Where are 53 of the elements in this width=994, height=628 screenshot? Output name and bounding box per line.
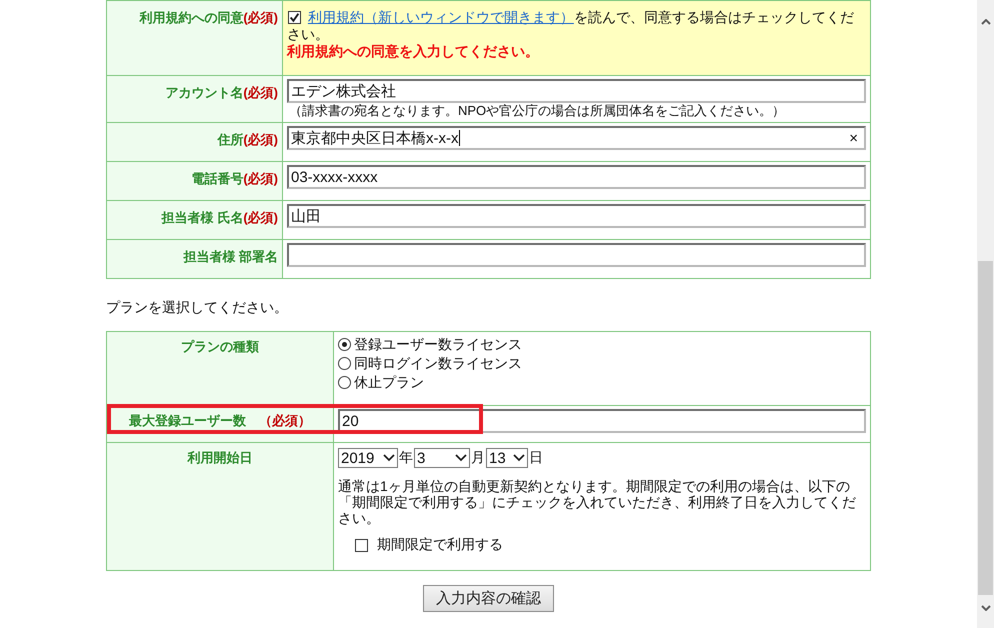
required-mark: (必須) — [243, 132, 278, 147]
scroll-down-icon[interactable] — [980, 605, 990, 611]
input-field[interactable]: 03-xxxx-xxxx — [287, 165, 866, 189]
field-label: アカウント名 — [165, 85, 244, 100]
clear-button[interactable]: × — [849, 130, 862, 146]
field-label: 担当者様 氏名 — [162, 210, 244, 225]
terms-link[interactable]: 利用規約（新しいウィンドウで開きます） — [308, 9, 574, 25]
field-label: 利用開始日 — [188, 450, 252, 465]
field-label: 担当者様 部署名 — [183, 249, 278, 264]
radio-label[interactable]: 同時ログイン数ライセンス — [354, 354, 522, 373]
scroll-up-icon[interactable] — [980, 19, 990, 25]
unit-label: 年 — [399, 449, 413, 467]
confirm-button[interactable]: 入力内容の確認 — [423, 585, 554, 612]
unit-label: 月 — [471, 449, 485, 467]
required-mark: (必須) — [243, 171, 278, 186]
dropdown[interactable]: 13 — [486, 448, 528, 468]
required-mark: （必須） — [259, 413, 311, 428]
dropdown[interactable]: 3 — [414, 448, 470, 468]
radio-button[interactable] — [338, 357, 351, 370]
required-mark: (必須) — [243, 10, 278, 25]
input-field[interactable]: 山田 — [287, 204, 866, 228]
input-field[interactable]: 東京都中央区日本橋x-x-x × — [287, 126, 866, 150]
checkbox[interactable] — [288, 11, 301, 24]
agreement-text: 利用規約（新しいウィンドウで開きます）を読んで、同意する場合はチェックしてください。 — [287, 9, 855, 43]
caret-icon — [383, 454, 395, 462]
required-mark: (必須) — [243, 85, 278, 100]
checkbox-label[interactable]: 期間限定で利用する — [377, 536, 503, 554]
field-label: 利用規約への同意 — [139, 10, 244, 25]
input-field[interactable]: 20 — [338, 409, 866, 433]
field-label: 最大登録ユーザー数 — [129, 413, 247, 428]
instruction-text: プランを選択してください。 — [106, 299, 289, 317]
hint-text: 通常は1ヶ月単位の自動更新契約となります。期間限定での利用の場合は、以下の「期間限定で利用する」にチェックを入れていただき、利用終了日を入力してください。 — [338, 478, 857, 526]
input-field[interactable] — [287, 243, 866, 267]
dropdown[interactable]: 2019 — [338, 448, 398, 468]
caret-icon — [455, 454, 467, 462]
input-field[interactable]: エデン株式会社 — [287, 79, 866, 103]
radio-button[interactable] — [338, 376, 351, 389]
required-mark: (必須) — [243, 210, 278, 225]
unit-label: 日 — [529, 449, 543, 467]
caret-icon — [513, 454, 525, 462]
text-cursor — [458, 130, 460, 146]
radio-label[interactable]: 登録ユーザー数ライセンス — [354, 335, 522, 354]
radio-button[interactable] — [338, 338, 351, 351]
scrollbar[interactable] — [977, 0, 994, 628]
error-message: 利用規約への同意を入力してください。 — [287, 43, 540, 60]
checkbox[interactable] — [355, 538, 368, 552]
check-icon — [289, 12, 300, 23]
radio-label[interactable]: 休止プラン — [354, 373, 424, 392]
field-label: プランの種類 — [181, 339, 259, 354]
hint-text: （請求書の宛名となります。NPOや官公庁の場合は所属団体名をご記入ください。） — [288, 103, 786, 119]
field-label: 住所 — [217, 132, 244, 147]
scrollbar-thumb[interactable] — [978, 261, 993, 595]
field-label: 電話番号 — [191, 171, 244, 186]
